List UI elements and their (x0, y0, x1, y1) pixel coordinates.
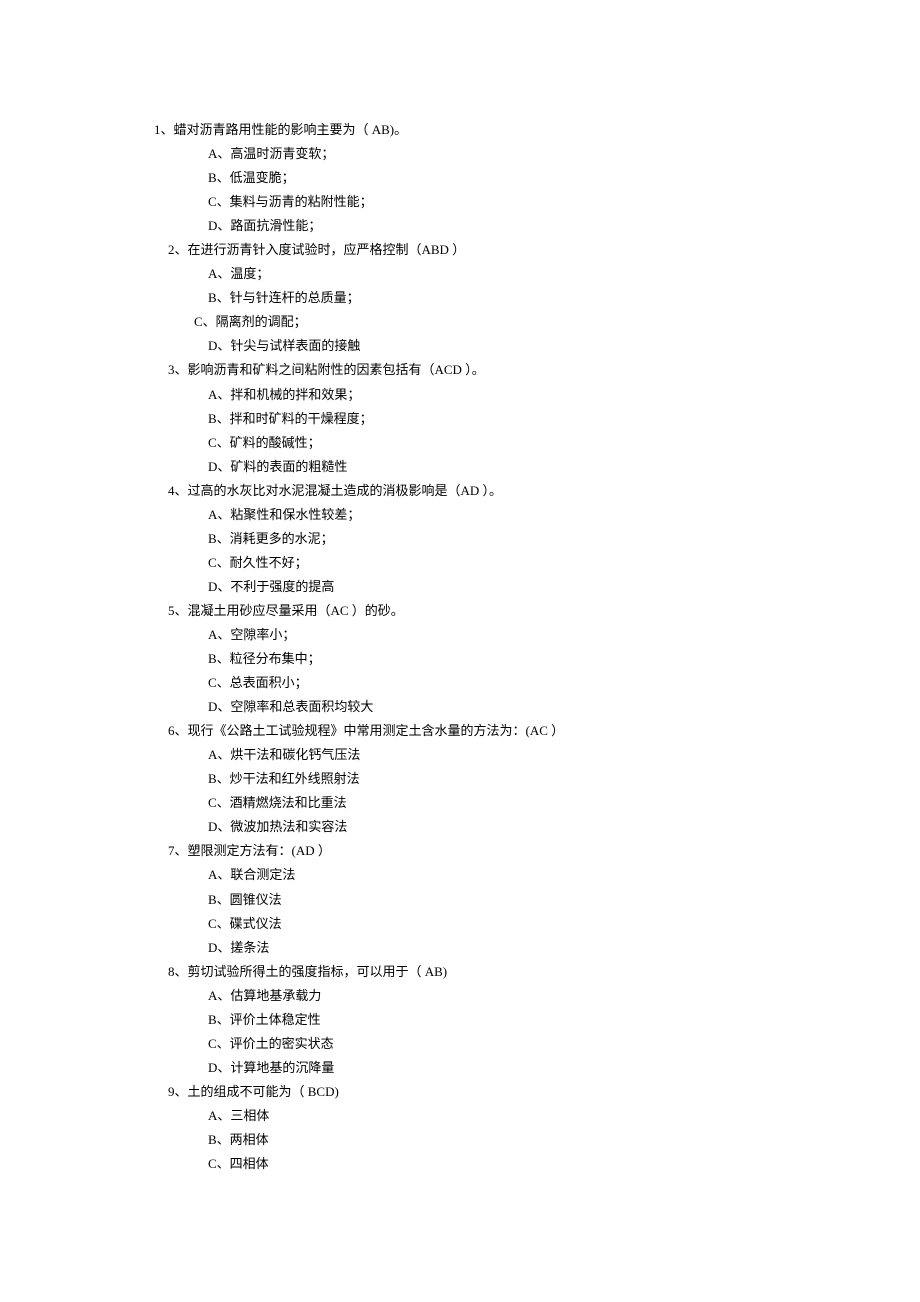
question-options: A、温度；B、针与针连杆的总质量；C、隔离剂的调配；D、针尖与试样表面的接触 (154, 262, 920, 358)
question-options: A、粘聚性和保水性较差；B、消耗更多的水泥；C、耐久性不好；D、不利于强度的提高 (154, 503, 920, 599)
option-c: C、隔离剂的调配； (194, 310, 920, 334)
question-text: 9、土的组成不可能为（ BCD) (154, 1080, 920, 1104)
question-6: 6、现行《公路土工试验规程》中常用测定土含水量的方法为：(AC ）A、烘干法和碳… (154, 719, 920, 839)
question-text: 6、现行《公路土工试验规程》中常用测定土含水量的方法为：(AC ） (154, 719, 920, 743)
option-d: D、微波加热法和实容法 (208, 815, 920, 839)
question-text: 7、塑限测定方法有：(AD ） (154, 839, 920, 863)
option-d: D、矿料的表面的粗糙性 (208, 455, 920, 479)
document-content: 1、蜡对沥青路用性能的影响主要为（ AB)。A、高温时沥青变软；B、低温变脆；C… (154, 118, 920, 1176)
option-c: C、矿料的酸碱性； (208, 431, 920, 455)
question-text: 8、剪切试验所得土的强度指标，可以用于（ AB) (154, 960, 920, 984)
option-c: C、碟式仪法 (208, 912, 920, 936)
option-c: C、集料与沥青的粘附性能； (208, 190, 920, 214)
option-b: B、粒径分布集中； (208, 647, 920, 671)
question-1: 1、蜡对沥青路用性能的影响主要为（ AB)。A、高温时沥青变软；B、低温变脆；C… (154, 118, 920, 238)
option-d: D、不利于强度的提高 (208, 575, 920, 599)
option-b: B、评价土体稳定性 (208, 1008, 920, 1032)
option-b: B、针与针连杆的总质量； (208, 286, 920, 310)
option-c: C、耐久性不好； (208, 551, 920, 575)
question-options: A、估算地基承载力B、评价土体稳定性C、评价土的密实状态D、计算地基的沉降量 (154, 984, 920, 1080)
option-a: A、联合测定法 (208, 863, 920, 887)
question-options: A、拌和机械的拌和效果；B、拌和时矿料的干燥程度；C、矿料的酸碱性；D、矿料的表… (154, 383, 920, 479)
question-options: A、高温时沥青变软；B、低温变脆；C、集料与沥青的粘附性能；D、路面抗滑性能； (154, 142, 920, 238)
option-c: C、总表面积小； (208, 671, 920, 695)
option-d: D、路面抗滑性能； (208, 214, 920, 238)
question-5: 5、混凝土用砂应尽量采用（AC ）的砂。A、空隙率小；B、粒径分布集中；C、总表… (154, 599, 920, 719)
option-b: B、炒干法和红外线照射法 (208, 767, 920, 791)
question-4: 4、过高的水灰比对水泥混凝土造成的消极影响是（AD ）。A、粘聚性和保水性较差；… (154, 479, 920, 599)
question-text: 5、混凝土用砂应尽量采用（AC ）的砂。 (154, 599, 920, 623)
option-b: B、圆锥仪法 (208, 888, 920, 912)
question-options: A、烘干法和碳化钙气压法B、炒干法和红外线照射法C、酒精燃烧法和比重法D、微波加… (154, 743, 920, 839)
option-c: C、评价土的密实状态 (208, 1032, 920, 1056)
option-a: A、温度； (208, 262, 920, 286)
option-b: B、两相体 (208, 1128, 920, 1152)
option-a: A、粘聚性和保水性较差； (208, 503, 920, 527)
option-a: A、烘干法和碳化钙气压法 (208, 743, 920, 767)
question-8: 8、剪切试验所得土的强度指标，可以用于（ AB)A、估算地基承载力B、评价土体稳… (154, 960, 920, 1080)
option-d: D、空隙率和总表面积均较大 (208, 695, 920, 719)
option-b: B、低温变脆； (208, 166, 920, 190)
option-c: C、四相体 (208, 1152, 920, 1176)
question-text: 1、蜡对沥青路用性能的影响主要为（ AB)。 (154, 118, 920, 142)
question-text: 2、在进行沥青针入度试验时，应严格控制（ABD ） (154, 238, 920, 262)
option-d: D、针尖与试样表面的接触 (208, 334, 920, 358)
question-options: A、三相体B、两相体C、四相体 (154, 1104, 920, 1176)
option-a: A、估算地基承载力 (208, 984, 920, 1008)
option-a: A、三相体 (208, 1104, 920, 1128)
question-9: 9、土的组成不可能为（ BCD)A、三相体B、两相体C、四相体 (154, 1080, 920, 1176)
question-options: A、联合测定法B、圆锥仪法C、碟式仪法D、搓条法 (154, 863, 920, 959)
option-c: C、酒精燃烧法和比重法 (208, 791, 920, 815)
question-2: 2、在进行沥青针入度试验时，应严格控制（ABD ）A、温度；B、针与针连杆的总质… (154, 238, 920, 358)
option-a: A、拌和机械的拌和效果； (208, 383, 920, 407)
question-text: 3、影响沥青和矿料之间粘附性的因素包括有（ACD ）。 (154, 358, 920, 382)
option-a: A、空隙率小； (208, 623, 920, 647)
question-text: 4、过高的水灰比对水泥混凝土造成的消极影响是（AD ）。 (154, 479, 920, 503)
option-d: D、计算地基的沉降量 (208, 1056, 920, 1080)
option-b: B、拌和时矿料的干燥程度； (208, 407, 920, 431)
option-b: B、消耗更多的水泥； (208, 527, 920, 551)
question-options: A、空隙率小；B、粒径分布集中；C、总表面积小；D、空隙率和总表面积均较大 (154, 623, 920, 719)
option-d: D、搓条法 (208, 936, 920, 960)
question-7: 7、塑限测定方法有：(AD ）A、联合测定法B、圆锥仪法C、碟式仪法D、搓条法 (154, 839, 920, 959)
option-a: A、高温时沥青变软； (208, 142, 920, 166)
question-3: 3、影响沥青和矿料之间粘附性的因素包括有（ACD ）。A、拌和机械的拌和效果；B… (154, 358, 920, 478)
